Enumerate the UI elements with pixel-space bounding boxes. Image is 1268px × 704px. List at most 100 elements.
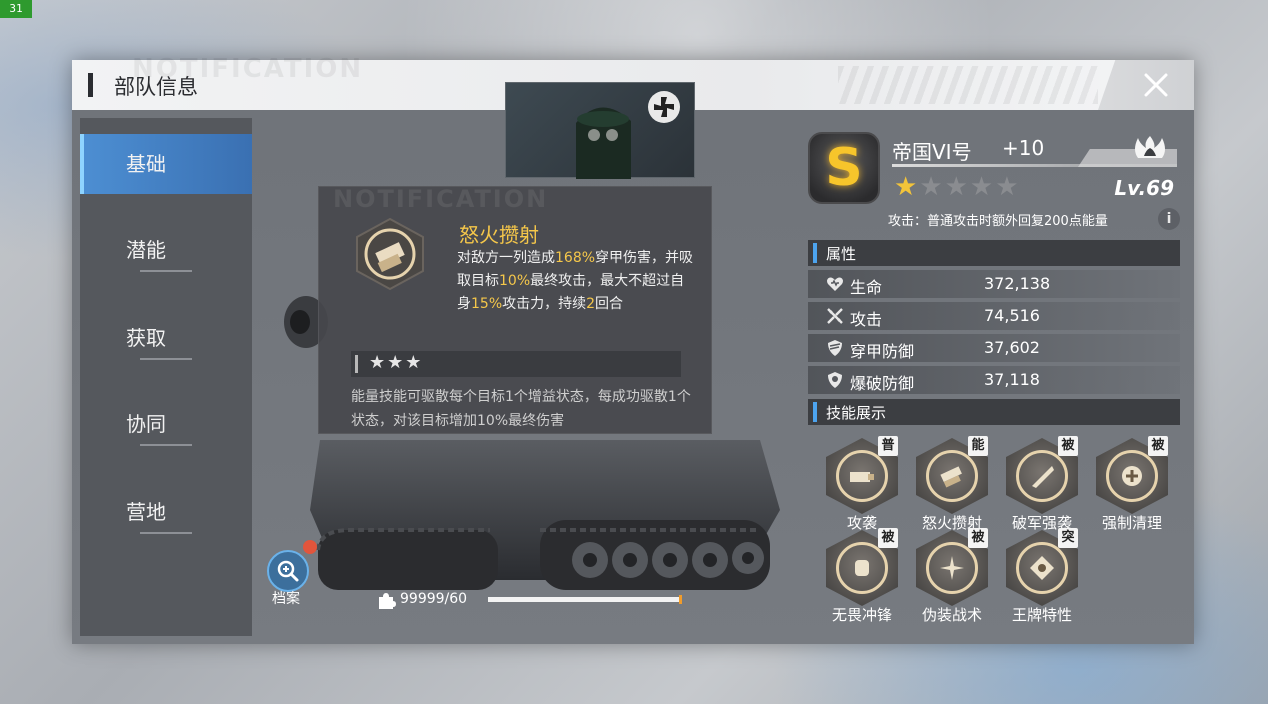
sparkle-icon (940, 556, 964, 580)
upgrade-stars: ★★★ (369, 352, 424, 373)
unit-info-column: S 帝国VI号 +10 ★★★★★ Lv.69 攻击：普通攻击时额外回复200点… (808, 128, 1184, 628)
starbar-accent (355, 355, 358, 373)
fps-counter: 31 (0, 0, 32, 18)
section-accent (813, 402, 817, 422)
section-title: 属性 (826, 245, 857, 263)
skills-header: 技能展示 (808, 399, 1180, 425)
info-icon[interactable]: i (1158, 208, 1180, 230)
desc-text: 对敌方一列造成 (457, 250, 555, 266)
header-accent-bar (88, 73, 93, 97)
sidebar-underline (140, 532, 192, 534)
sidebar-item-label: 协同 (126, 412, 166, 436)
sidebar-item-synergy[interactable]: 协同 (80, 394, 252, 454)
section-title: 技能展示 (826, 404, 887, 422)
desc-text: 攻击力，持续 (502, 296, 587, 312)
stat-row-attack: 攻击 74,516 (808, 302, 1180, 330)
skill-name: 伪装战术 (921, 606, 982, 624)
sidebar-item-label: 营地 (126, 500, 166, 524)
desc-highlight: 168% (555, 250, 596, 266)
skill-type-tag: 突 (1058, 528, 1078, 548)
stat-row-blast-defense: 爆破防御 37,118 (808, 366, 1180, 394)
passive-bonus-text: 攻击：普通攻击时额外回复200点能量 (888, 214, 1108, 229)
blast-shield-icon (828, 372, 842, 388)
sidebar-item-label: 获取 (126, 326, 166, 350)
archive-label: 档案 (272, 591, 300, 607)
flame-class-icon (1135, 136, 1165, 158)
skill-name: 王牌特性 (1011, 606, 1072, 624)
sidebar-item-label: 基础 (126, 152, 166, 176)
skill-type-tag: 被 (1058, 436, 1078, 456)
stat-label: 攻击 (850, 310, 883, 329)
ace-emblem-icon (1030, 556, 1054, 580)
cannon-icon (850, 472, 874, 482)
enhance-level: +10 (1002, 136, 1045, 160)
star-filled: ★ (894, 172, 920, 202)
skill-ace-trait[interactable]: 突 王牌特性 (992, 528, 1082, 624)
sidebar-underline (140, 358, 192, 360)
rank-badge: S (808, 132, 880, 204)
progress-track (488, 595, 682, 604)
skill-type-tag: 普 (878, 436, 898, 456)
skill-type-tag: 被 (1148, 436, 1168, 456)
close-button[interactable] (1098, 60, 1194, 110)
magnifier-icon (277, 560, 299, 582)
stat-row-hp: 生命 372,138 (808, 270, 1180, 298)
archive-circle (267, 550, 309, 592)
upgrade-star-bar: ★★★ (351, 351, 681, 377)
attributes-header: 属性 (808, 240, 1180, 266)
skill-type-tag: 被 (878, 528, 898, 548)
stat-value: 37,602 (984, 338, 1040, 357)
attack-icon (827, 308, 843, 324)
stat-value: 372,138 (984, 274, 1051, 293)
close-icon (1144, 73, 1168, 97)
armor-shield-icon (828, 340, 842, 356)
unit-name: 帝国VI号 (892, 140, 972, 164)
skill-tooltip: NOTIFICATION 怒火攒射 对敌方一列造成168%穿甲伤害，并吸取目标1… (318, 185, 712, 434)
section-accent (813, 243, 817, 263)
fragment-progress: 99999/60 (376, 590, 696, 610)
sidebar-item-basic[interactable]: 基础 (80, 134, 252, 194)
unit-stars: ★★★★★ (894, 172, 1021, 202)
sidebar-item-label: 潜能 (126, 238, 166, 262)
skill-type-tag: 被 (968, 528, 988, 548)
stat-label: 穿甲防御 (850, 342, 915, 361)
barrage-icon (940, 466, 962, 488)
puzzle-icon (379, 593, 396, 609)
skill-type-tag: 能 (968, 436, 988, 456)
stat-value: 37,118 (984, 370, 1040, 389)
stat-value: 74,516 (984, 306, 1040, 325)
page-title: 部队信息 (114, 75, 198, 99)
rage-barrage-skill-icon (356, 217, 424, 291)
skill-break-assault[interactable]: 被 破军强袭 (992, 436, 1082, 532)
sidebar-underline (140, 444, 192, 446)
skill-assault[interactable]: 普 攻袭 (812, 436, 902, 532)
name-underline (892, 164, 1177, 167)
desc-highlight: 2 (586, 296, 596, 312)
unit-level: Lv.69 (1114, 176, 1174, 200)
commander-portrait (505, 82, 695, 179)
upgrade-description: 能量技能可驱散每个目标1个增益状态，每成功驱散1个状态，对该目标增加10%最终伤… (351, 389, 691, 429)
stat-label: 爆破防御 (850, 374, 915, 393)
skill-rage-barrage[interactable]: 能 怒火攒射 (902, 436, 992, 532)
skill-camouflage-tactics[interactable]: 被 伪装战术 (902, 528, 992, 624)
sidebar-item-potential[interactable]: 潜能 (80, 220, 252, 280)
star-empty: ★★★★ (919, 172, 1021, 202)
tooltip-skill-description: 对敌方一列造成168%穿甲伤害，并吸取目标10%最终攻击，最大不超过自身15%攻… (457, 247, 697, 316)
sidebar-item-obtain[interactable]: 获取 (80, 308, 252, 368)
desc-highlight: 10% (499, 273, 531, 289)
tooltip-ghost-text: NOTIFICATION (333, 185, 549, 213)
fist-icon (855, 560, 869, 576)
active-indicator (80, 134, 84, 194)
skill-fearless-charge[interactable]: 被 无畏冲锋 (812, 528, 902, 624)
header-decoration (838, 66, 1098, 104)
stat-row-armor-defense: 穿甲防御 37,602 (808, 334, 1180, 362)
blade-icon (1032, 466, 1054, 488)
skill-name: 强制清理 (1101, 514, 1162, 532)
iron-cross-icon (648, 91, 680, 123)
skill-forced-clear[interactable]: 被 强制清理 (1082, 436, 1172, 532)
sidebar-item-camp[interactable]: 营地 (80, 482, 252, 542)
cross-plus-icon (1122, 466, 1142, 486)
progress-end-marker (679, 595, 682, 604)
archive-button[interactable]: 档案 (265, 540, 317, 608)
skill-name: 无畏冲锋 (831, 606, 892, 624)
